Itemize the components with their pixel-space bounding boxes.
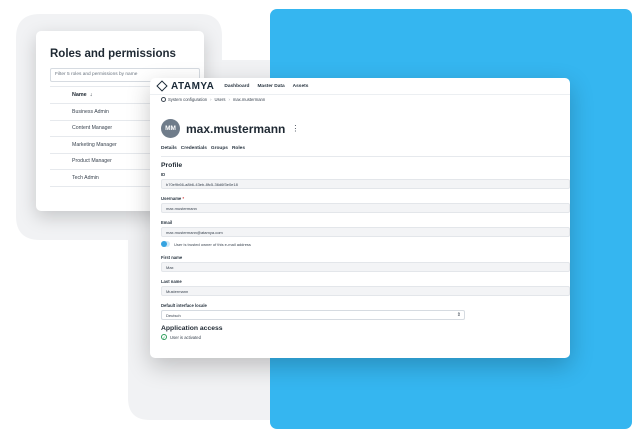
username-field[interactable]: max.mustermann xyxy=(161,203,570,213)
nav-item-dashboard[interactable]: Dashboard xyxy=(224,84,249,89)
locale-select[interactable]: Deutsch ⇕ xyxy=(161,310,465,320)
tab-groups[interactable]: Groups xyxy=(211,146,228,151)
top-navigation: ATAMYA Dashboard Master Data Assets xyxy=(150,78,570,95)
select-caret-icon: ⇕ xyxy=(456,312,461,318)
tab-roles[interactable]: Roles xyxy=(232,146,245,151)
trusted-email-toggle[interactable] xyxy=(161,241,170,247)
breadcrumb-users[interactable]: Users xyxy=(215,97,226,102)
profile-section-title: Profile xyxy=(161,162,183,169)
activation-status: ✓ User is activated xyxy=(161,334,201,340)
locale-label: Default interface locale xyxy=(161,303,207,308)
page-title: max.mustermann xyxy=(186,121,286,136)
name-column-label: Name xyxy=(72,92,87,98)
activation-status-label: User is activated xyxy=(170,334,201,340)
nav-item-master-data[interactable]: Master Data xyxy=(257,84,284,89)
trusted-email-toggle-row: User is trusted owner of this e-mail add… xyxy=(161,241,251,247)
username-label: Username * xyxy=(161,196,184,201)
logo-text: ATAMYA xyxy=(171,80,215,92)
lastname-label: Last name xyxy=(161,279,182,284)
lastname-field[interactable]: Mustermann xyxy=(161,286,570,296)
avatar: MM xyxy=(161,119,180,138)
email-label: Email xyxy=(161,220,173,225)
home-icon[interactable] xyxy=(161,97,166,102)
tabs-divider xyxy=(161,156,570,157)
nav-item-assets[interactable]: Assets xyxy=(293,84,309,89)
user-header: MM max.mustermann ⋮ xyxy=(161,119,299,138)
detail-tabs: Details Credentials Groups Roles xyxy=(161,146,249,151)
email-field[interactable]: max.mustermann@atamya.com xyxy=(161,227,570,237)
stage: Roles and permissions Filter 5 roles and… xyxy=(0,0,640,438)
id-field: b70e9b66-a8b6-43eb-8fc5-36d6f3e0e18 xyxy=(161,179,570,189)
user-detail-card: ATAMYA Dashboard Master Data Assets Syst… xyxy=(150,78,570,358)
check-circle-icon: ✓ xyxy=(161,334,167,340)
tab-credentials[interactable]: Credentials xyxy=(181,146,207,151)
application-access-title: Application access xyxy=(161,325,223,332)
id-label: ID xyxy=(161,172,166,177)
firstname-label: First name xyxy=(161,255,183,260)
firstname-field[interactable]: Max xyxy=(161,262,570,272)
diamond-logo-icon xyxy=(156,80,168,92)
kebab-menu-icon[interactable]: ⋮ xyxy=(291,124,299,133)
breadcrumb: System configuration › Users › max.muste… xyxy=(150,95,570,104)
sort-down-icon[interactable]: ↓ xyxy=(90,92,93,98)
breadcrumb-current-user: max.mustermann xyxy=(232,97,266,102)
app-logo[interactable]: ATAMYA xyxy=(156,80,215,92)
locale-selected-value: Deutsch xyxy=(166,313,181,318)
tab-details[interactable]: Details xyxy=(161,146,177,151)
required-marker: * xyxy=(182,196,185,201)
toggle-knob xyxy=(161,241,167,247)
main-nav: Dashboard Master Data Assets xyxy=(224,84,316,89)
trusted-email-label: User is trusted owner of this e-mail add… xyxy=(174,241,251,247)
breadcrumb-separator-icon: › xyxy=(228,97,230,102)
breadcrumb-system-configuration[interactable]: System configuration xyxy=(168,97,207,102)
breadcrumb-separator-icon: › xyxy=(210,97,212,102)
username-label-text: Username xyxy=(161,196,182,201)
roles-title: Roles and permissions xyxy=(50,48,176,60)
